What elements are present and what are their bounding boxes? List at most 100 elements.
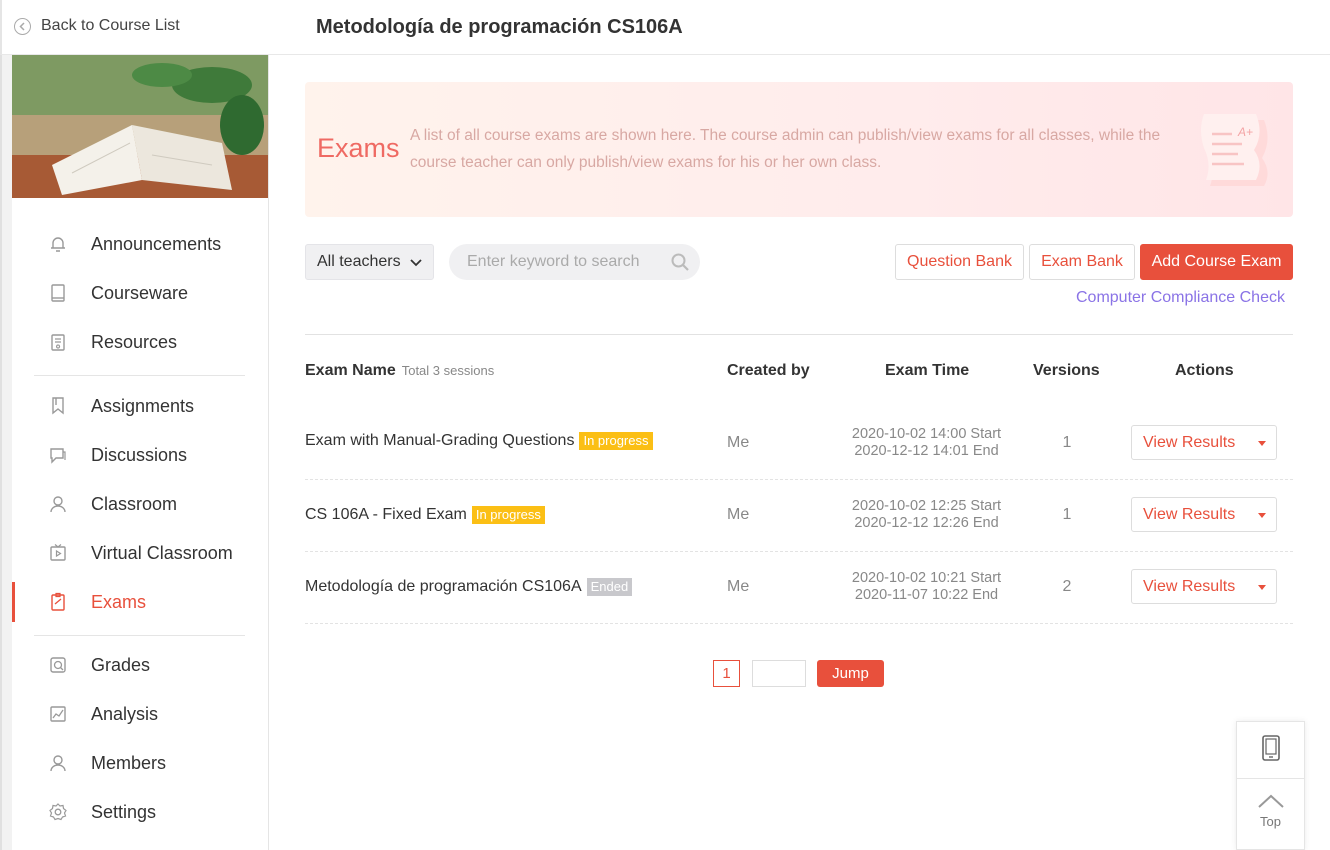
dropdown-arrow-icon[interactable] — [1258, 585, 1266, 590]
person-icon — [47, 493, 69, 515]
exam-paper-illustration-icon: A+ — [1198, 110, 1278, 195]
sidebar-divider — [34, 375, 245, 376]
sidebar-item-label: Virtual Classroom — [91, 542, 233, 563]
exam-name-header: Exam Name — [305, 362, 396, 379]
status-badge: In progress — [471, 506, 545, 524]
exam-name-link[interactable]: CS 106A - Fixed Exam — [305, 506, 467, 524]
teacher-filter-select[interactable]: All teachers — [305, 244, 434, 280]
banner-title: Exams — [317, 133, 400, 163]
dropdown-arrow-icon[interactable] — [1258, 441, 1266, 446]
folder-icon — [47, 331, 69, 353]
exam-name-link[interactable]: Metodología de programación CS106A — [305, 578, 582, 596]
view-results-dropdown[interactable]: View Results — [1131, 425, 1277, 460]
sidebar-item-label: Members — [91, 752, 167, 773]
column-header-versions: Versions — [1033, 362, 1100, 379]
exam-start-time: 2020-10-02 14:00 Start — [851, 426, 1002, 442]
sidebar-item-label: Settings — [91, 801, 157, 822]
sidebar-item-analysis[interactable]: Analysis — [12, 694, 268, 734]
jump-button[interactable]: Jump — [817, 660, 884, 687]
back-to-course-list-link[interactable]: Back to Course List — [14, 17, 180, 35]
exam-name-cell: Exam with Manual-Grading Questions In pr… — [305, 432, 653, 450]
creator-cell: Me — [727, 506, 750, 523]
exam-end-time: 2020-12-12 12:26 End — [854, 515, 999, 531]
computer-compliance-check-link[interactable]: Computer Compliance Check — [1076, 289, 1285, 307]
status-badge: Ended — [586, 578, 633, 596]
teacher-filter-value: All teachers — [317, 253, 401, 270]
back-arrow-icon — [14, 17, 31, 35]
exam-name-link[interactable]: Exam with Manual-Grading Questions — [305, 432, 574, 450]
sidebar: Announcements Courseware Resources Assig… — [12, 55, 269, 850]
view-results-dropdown[interactable]: View Results — [1131, 569, 1277, 604]
book-icon — [47, 282, 69, 304]
exam-start-time: 2020-10-02 12:25 Start — [851, 498, 1002, 514]
sidebar-item-grades[interactable]: Grades — [12, 645, 268, 685]
exams-info-banner: Exams A list of all course exams are sho… — [305, 82, 1293, 217]
column-header-exam-name: Exam Name Total 3 sessions — [305, 362, 494, 380]
video-icon — [47, 542, 69, 564]
versions-cell: 1 — [1062, 434, 1072, 451]
page-jump-input-wrapper — [752, 660, 806, 687]
view-results-dropdown[interactable]: View Results — [1131, 497, 1277, 532]
sidebar-item-label: Exams — [91, 591, 147, 612]
dropdown-arrow-icon[interactable] — [1258, 513, 1266, 518]
status-badge: In progress — [579, 432, 653, 450]
creator-cell: Me — [727, 578, 750, 595]
versions-cell: 1 — [1062, 506, 1072, 523]
sidebar-item-classroom[interactable]: Classroom — [12, 484, 268, 524]
column-header-actions: Actions — [1175, 362, 1234, 379]
sidebar-item-label: Classroom — [91, 493, 178, 514]
search-icon[interactable] — [670, 252, 690, 277]
add-course-exam-button[interactable]: Add Course Exam — [1140, 244, 1293, 280]
banner-description: A list of all course exams are shown her… — [410, 127, 1161, 171]
back-to-top-button[interactable]: Top — [1237, 779, 1304, 849]
members-icon — [47, 752, 69, 774]
page-number-current[interactable]: 1 — [713, 660, 740, 687]
exam-name-cell: Metodología de programación CS106A Ended — [305, 578, 633, 596]
exam-time-cell: 2020-10-02 14:00 Start 2020-12-12 14:01 … — [835, 426, 1018, 460]
exam-time-cell: 2020-10-02 12:25 Start 2020-12-12 12:26 … — [835, 498, 1018, 532]
sidebar-item-assignments[interactable]: Assignments — [12, 386, 268, 426]
bell-icon — [47, 233, 69, 255]
search-box — [449, 244, 700, 280]
sidebar-item-exams[interactable]: Exams — [12, 582, 268, 622]
sidebar-item-label: Courseware — [91, 282, 189, 303]
chart-icon — [47, 703, 69, 725]
exam-end-time: 2020-11-07 10:22 End — [854, 587, 999, 603]
left-edge — [0, 55, 12, 850]
sidebar-item-courseware[interactable]: Courseware — [12, 273, 268, 313]
search-input[interactable] — [449, 244, 659, 280]
svg-text:A+: A+ — [1237, 125, 1253, 139]
exam-start-time: 2020-10-02 10:21 Start — [851, 570, 1002, 586]
exam-bank-button[interactable]: Exam Bank — [1029, 244, 1135, 280]
sidebar-item-resources[interactable]: Resources — [12, 322, 268, 362]
sidebar-item-members[interactable]: Members — [12, 743, 268, 783]
view-results-label: View Results — [1143, 505, 1236, 523]
question-bank-button[interactable]: Question Bank — [895, 244, 1024, 280]
sidebar-item-discussions[interactable]: Discussions — [12, 435, 268, 475]
exam-icon — [47, 591, 69, 613]
back-to-top-label: Top — [1260, 814, 1281, 829]
sidebar-item-label: Announcements — [91, 233, 222, 254]
view-results-label: View Results — [1143, 433, 1236, 451]
table-row: Metodología de programación CS106A Ended… — [305, 552, 1293, 624]
table-row: Exam with Manual-Grading Questions In pr… — [305, 408, 1293, 480]
toolbar-divider — [305, 334, 1293, 335]
column-header-created-by: Created by — [727, 362, 810, 379]
creator-cell: Me — [727, 434, 750, 451]
chevron-down-icon — [409, 255, 423, 274]
gear-icon — [47, 801, 69, 823]
page-jump-input[interactable] — [753, 661, 805, 686]
chat-icon — [47, 444, 69, 466]
grades-icon — [47, 654, 69, 676]
floating-tool-panel: Top — [1236, 721, 1305, 850]
mobile-phone-icon — [1260, 734, 1282, 767]
sidebar-item-announcements[interactable]: Announcements — [12, 224, 268, 264]
top-bar: Back to Course List Metodología de progr… — [0, 0, 1330, 55]
exam-name-cell: CS 106A - Fixed Exam In progress — [305, 506, 545, 524]
mobile-view-button[interactable] — [1237, 722, 1304, 779]
sidebar-item-settings[interactable]: Settings — [12, 792, 268, 832]
sidebar-item-label: Discussions — [91, 444, 188, 465]
sidebar-item-virtual-classroom[interactable]: Virtual Classroom — [12, 533, 268, 573]
sidebar-item-label: Grades — [91, 654, 151, 675]
course-title: Metodología de programación CS106A — [316, 16, 683, 38]
